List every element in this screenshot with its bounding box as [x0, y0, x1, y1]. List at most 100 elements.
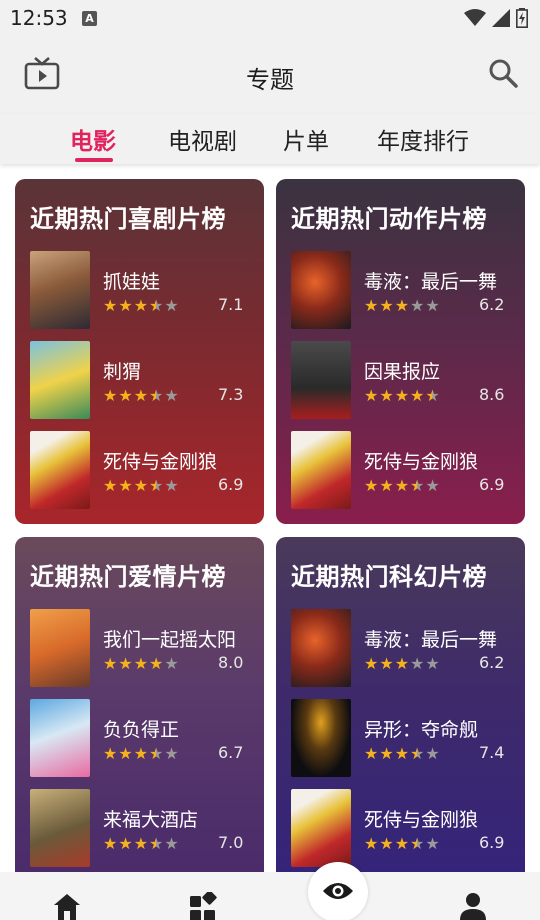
status-bar: 12:53 A	[0, 0, 540, 36]
movie-poster	[30, 431, 90, 509]
star-full-icon: ★	[118, 654, 133, 673]
star-rating: ★ ★ ★ ★ ★	[103, 387, 179, 405]
star-full-icon: ★	[103, 476, 118, 495]
star-empty-icon: ★	[425, 296, 440, 315]
star-rating: ★ ★ ★ ★ ★	[364, 477, 440, 495]
star-full-icon: ★	[379, 834, 394, 853]
star-rating: ★ ★ ★ ★ ★	[364, 745, 440, 763]
movie-item[interactable]: 我们一起摇太阳 ★ ★ ★ ★ ★ 8.0	[30, 609, 255, 687]
star-full-icon: ★	[394, 296, 410, 315]
movie-item[interactable]: 负负得正 ★ ★ ★ ★ ★ 6.7	[30, 699, 255, 777]
tab-playlists[interactable]: 片单	[283, 122, 329, 156]
notification-app-icon: A	[82, 11, 97, 26]
star-full-icon: ★	[118, 476, 133, 495]
star-empty-icon: ★	[164, 476, 179, 495]
home-icon[interactable]	[52, 892, 82, 920]
ranking-card-romance[interactable]: 近期热门爱情片榜 我们一起摇太阳 ★ ★ ★ ★ ★ 8.0 负负得正 ★ ★ ★ ★ ★ 6.…	[15, 537, 264, 882]
rating-value: 8.0	[218, 653, 244, 672]
tab-movies[interactable]: 电影	[70, 122, 116, 156]
ranking-card-action[interactable]: 近期热门动作片榜 毒液：最后一舞 ★ ★ ★ ★ ★ 6.2 因果报应 ★ ★ ★ ★ ★ 8.…	[276, 179, 525, 524]
ranking-card-comedy[interactable]: 近期热门喜剧片榜 抓娃娃 ★ ★ ★ ★ ★ 7.1 刺猬 ★ ★ ★ ★ ★ 7.3 死侍与金…	[15, 179, 264, 524]
bottom-nav	[0, 872, 540, 920]
star-half-icon: ★	[149, 834, 164, 853]
star-half-icon: ★	[149, 386, 164, 405]
movie-title: 负负得正	[103, 719, 180, 741]
movie-item[interactable]: 死侍与金刚狼 ★ ★ ★ ★ ★ 6.9	[30, 431, 255, 509]
star-full-icon: ★	[364, 834, 379, 853]
rating-value: 7.3	[218, 385, 244, 404]
star-rating: ★ ★ ★ ★ ★	[103, 655, 179, 673]
star-full-icon: ★	[103, 834, 118, 853]
star-full-icon: ★	[133, 654, 149, 673]
star-half-icon: ★	[149, 744, 164, 763]
star-full-icon: ★	[103, 386, 118, 405]
movie-poster	[291, 699, 351, 777]
battery-icon	[516, 8, 528, 28]
movie-poster	[291, 789, 351, 867]
movie-item[interactable]: 刺猬 ★ ★ ★ ★ ★ 7.3	[30, 341, 255, 419]
status-time: 12:53	[10, 6, 68, 30]
star-full-icon: ★	[394, 386, 410, 405]
rating-value: 6.9	[479, 475, 505, 494]
star-full-icon: ★	[118, 386, 133, 405]
star-rating: ★ ★ ★ ★ ★	[103, 745, 179, 763]
rating-value: 8.6	[479, 385, 505, 404]
movie-title: 死侍与金刚狼	[364, 809, 479, 831]
star-rating: ★ ★ ★ ★ ★	[364, 297, 440, 315]
movie-item[interactable]: 抓娃娃 ★ ★ ★ ★ ★ 7.1	[30, 251, 255, 329]
star-empty-icon: ★	[410, 296, 425, 315]
star-full-icon: ★	[379, 476, 394, 495]
star-empty-icon: ★	[410, 654, 425, 673]
rating-value: 6.9	[218, 475, 244, 494]
category-tabs: 电影 电视剧 片单 年度排行	[0, 114, 540, 164]
star-full-icon: ★	[133, 296, 149, 315]
star-full-icon: ★	[364, 296, 379, 315]
star-full-icon: ★	[133, 476, 149, 495]
card-title: 近期热门动作片榜	[291, 205, 487, 233]
movie-item[interactable]: 死侍与金刚狼 ★ ★ ★ ★ ★ 6.9	[291, 431, 516, 509]
card-title: 近期热门喜剧片榜	[30, 205, 226, 233]
star-full-icon: ★	[394, 476, 410, 495]
movie-item[interactable]: 异形：夺命舰 ★ ★ ★ ★ ★ 7.4	[291, 699, 516, 777]
tab-tv-series[interactable]: 电视剧	[168, 122, 237, 156]
star-half-icon: ★	[149, 476, 164, 495]
star-empty-icon: ★	[425, 476, 440, 495]
wifi-icon	[464, 9, 486, 26]
search-icon[interactable]	[488, 58, 518, 88]
star-full-icon: ★	[379, 386, 394, 405]
rating-value: 7.0	[218, 833, 244, 852]
star-empty-icon: ★	[425, 834, 440, 853]
star-full-icon: ★	[118, 834, 133, 853]
rating-value: 7.1	[218, 295, 244, 314]
star-full-icon: ★	[379, 654, 394, 673]
star-empty-icon: ★	[164, 654, 179, 673]
star-full-icon: ★	[394, 654, 410, 673]
grid-icon[interactable]	[188, 892, 218, 920]
movie-item[interactable]: 来福大酒店 ★ ★ ★ ★ ★ 7.0	[30, 789, 255, 867]
rating-value: 6.9	[479, 833, 505, 852]
star-rating: ★ ★ ★ ★ ★	[364, 655, 440, 673]
star-full-icon: ★	[133, 386, 149, 405]
card-title: 近期热门爱情片榜	[30, 563, 226, 591]
star-empty-icon: ★	[164, 296, 179, 315]
movie-item[interactable]: 毒液：最后一舞 ★ ★ ★ ★ ★ 6.2	[291, 609, 516, 687]
signal-icon	[492, 9, 510, 27]
eye-icon	[323, 883, 353, 899]
rating-value: 6.7	[218, 743, 244, 762]
ranking-card-scifi[interactable]: 近期热门科幻片榜 毒液：最后一舞 ★ ★ ★ ★ ★ 6.2 异形：夺命舰 ★ ★ ★ ★ ★ …	[276, 537, 525, 882]
star-empty-icon: ★	[164, 744, 179, 763]
star-full-icon: ★	[379, 744, 394, 763]
center-watch-button[interactable]	[308, 862, 368, 920]
star-half-icon: ★	[410, 834, 425, 853]
movie-item[interactable]: 毒液：最后一舞 ★ ★ ★ ★ ★ 6.2	[291, 251, 516, 329]
profile-icon[interactable]	[458, 892, 488, 920]
movie-item[interactable]: 死侍与金刚狼 ★ ★ ★ ★ ★ 6.9	[291, 789, 516, 867]
page-title: 专题	[246, 66, 294, 94]
card-title: 近期热门科幻片榜	[291, 563, 487, 591]
movie-item[interactable]: 因果报应 ★ ★ ★ ★ ★ 8.6	[291, 341, 516, 419]
movie-title: 刺猬	[103, 361, 142, 383]
star-full-icon: ★	[364, 654, 379, 673]
star-full-icon: ★	[364, 386, 379, 405]
star-full-icon: ★	[394, 834, 410, 853]
tab-annual-ranking[interactable]: 年度排行	[377, 122, 469, 156]
